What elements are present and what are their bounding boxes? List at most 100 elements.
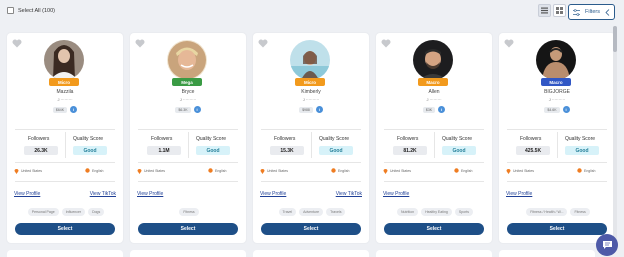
quality-score: Good (73, 146, 107, 155)
info-icon[interactable]: i (562, 106, 570, 113)
divider (557, 132, 558, 158)
scrollbar-track[interactable] (613, 26, 617, 246)
view-tiktok-link[interactable]: View TikTok (90, 191, 116, 197)
avatar[interactable] (413, 40, 453, 80)
info-icon[interactable]: i (438, 106, 446, 113)
next-row-card (499, 250, 595, 257)
location-pin-icon (506, 169, 511, 174)
select-all[interactable]: Select All (100) (7, 7, 55, 14)
heart-icon[interactable] (381, 39, 391, 48)
heart-icon[interactable] (12, 39, 22, 48)
rate-badge: $64K (52, 106, 68, 113)
influencer-card: Mega Bryce J ·········· $6.3K i Follower… (130, 33, 246, 243)
language: English (208, 168, 226, 173)
sliders-icon (573, 8, 580, 16)
info-icon[interactable]: i (70, 106, 78, 113)
tag: Travels (326, 208, 346, 216)
chat-icon (602, 241, 612, 249)
chat-button[interactable] (596, 234, 618, 256)
avatar[interactable] (44, 40, 84, 80)
heart-icon[interactable] (504, 39, 514, 48)
language: English (331, 168, 349, 173)
avatar[interactable] (536, 40, 576, 80)
followers-label: Followers (151, 136, 173, 142)
followers-count: 425.5K (516, 146, 550, 155)
view-toggle (538, 4, 566, 17)
divider (188, 132, 189, 158)
divider (261, 162, 361, 163)
info-icon[interactable]: i (315, 106, 323, 113)
quality-label: Quality Score (73, 136, 104, 142)
scrollbar-thumb[interactable] (613, 26, 617, 52)
location-pin-icon (260, 169, 265, 174)
quality-score: Good (319, 146, 353, 155)
divider (507, 162, 607, 163)
filters-button[interactable]: Filters (568, 4, 615, 20)
quality-label: Quality Score (442, 136, 473, 142)
influencer-handle: J ·········· (179, 97, 197, 102)
location: United States (506, 168, 534, 174)
profile-links: View Profile (383, 191, 485, 197)
grid-view-button[interactable] (553, 4, 566, 17)
select-all-checkbox[interactable] (7, 7, 14, 14)
divider (138, 181, 238, 182)
heart-icon[interactable] (258, 39, 268, 48)
tag: Fitness / Health / W... (526, 208, 568, 216)
rate-row: $3K i (376, 106, 492, 113)
quality-label: Quality Score (565, 136, 596, 142)
rate-row: $988 i (253, 106, 369, 113)
view-tiktok-link[interactable]: View TikTok (336, 191, 362, 197)
divider (311, 132, 312, 158)
avatar[interactable] (167, 40, 207, 80)
avatar[interactable] (290, 40, 330, 80)
view-profile-link[interactable]: View Profile (383, 191, 409, 197)
select-button[interactable]: Select (507, 223, 607, 235)
view-profile-link[interactable]: View Profile (260, 191, 286, 197)
influencer-name: Bryce (181, 89, 195, 95)
view-profile-link[interactable]: View Profile (137, 191, 163, 197)
globe-icon (577, 168, 582, 173)
location-text: United States (390, 169, 412, 173)
quality-label: Quality Score (319, 136, 350, 142)
language-text: English (584, 168, 596, 173)
globe-icon (454, 168, 459, 173)
location-pin-icon (14, 169, 19, 174)
select-button[interactable]: Select (15, 223, 115, 235)
followers-label: Followers (274, 136, 296, 142)
language: English (454, 168, 472, 173)
globe-icon (85, 168, 90, 173)
select-button[interactable]: Select (138, 223, 238, 235)
location-pin-icon (383, 169, 388, 174)
select-button[interactable]: Select (384, 223, 484, 235)
grid-icon (556, 7, 563, 14)
language-text: English (461, 168, 473, 173)
list-view-button[interactable] (538, 4, 551, 17)
divider (138, 162, 238, 163)
language-text: English (92, 168, 104, 173)
divider (65, 132, 66, 158)
tag: Adventure (299, 208, 324, 216)
tier-badge: Micro (295, 78, 325, 86)
tag: Influencer (61, 208, 86, 216)
next-row-card (253, 250, 369, 257)
toolbar: Select All (100) Filters (0, 0, 624, 26)
divider (384, 181, 484, 182)
tag-list: Fitness (136, 208, 242, 216)
influencer-name: Kimberly (301, 89, 321, 95)
select-button[interactable]: Select (261, 223, 361, 235)
list-icon (541, 7, 548, 14)
quality-score: Good (442, 146, 476, 155)
divider (507, 129, 607, 130)
tag-list: Personal Page Influencer Dogs (13, 208, 119, 216)
influencer-name: Allen (428, 89, 440, 95)
view-profile-link[interactable]: View Profile (506, 191, 532, 197)
divider (138, 129, 238, 130)
location: United States (14, 168, 42, 174)
view-profile-link[interactable]: View Profile (14, 191, 40, 197)
tag: Healthy Eating (421, 208, 452, 216)
next-row-card (376, 250, 492, 257)
influencer-name: Mazzila (56, 89, 74, 95)
info-icon[interactable]: i (193, 106, 201, 113)
influencer-handle: J ········· (426, 97, 442, 102)
heart-icon[interactable] (135, 39, 145, 48)
